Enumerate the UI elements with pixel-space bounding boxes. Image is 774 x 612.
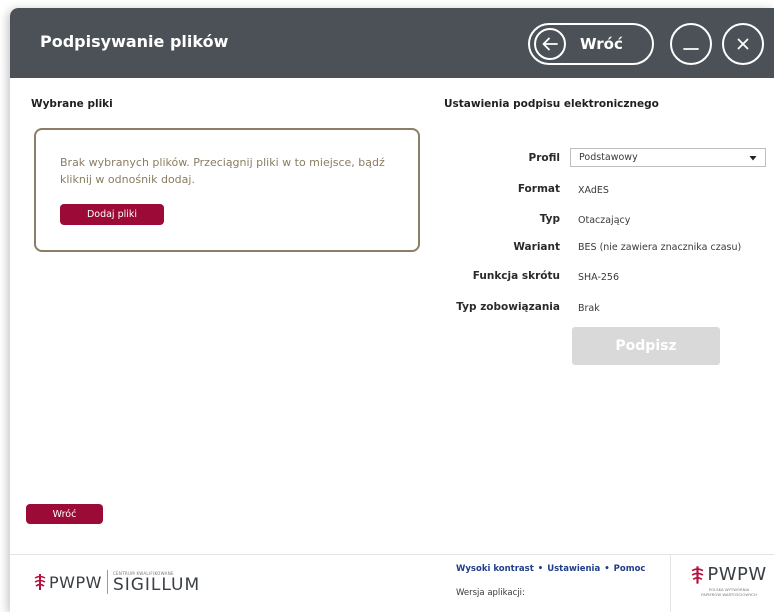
footer-links: Wysoki kontrast • Ustawienia • Pomoc <box>456 564 645 574</box>
format-label: Format <box>517 183 560 195</box>
back-button[interactable]: Wróć <box>26 504 103 524</box>
profile-label: Profil <box>528 152 560 164</box>
variant-value: BES (nie zawiera znacznika czasu) <box>578 242 742 253</box>
help-link[interactable]: Pomoc <box>614 564 646 574</box>
sigillum-text: SIGILLUM <box>112 574 201 595</box>
pwpw-emblem-icon <box>34 574 46 590</box>
profile-selected-value: Podstawowy <box>579 152 638 163</box>
close-button[interactable] <box>722 23 764 65</box>
window-title: Podpisywanie plików <box>40 32 229 51</box>
link-separator-dot: • <box>537 564 544 574</box>
arrow-left-icon <box>534 28 566 60</box>
pwpw-emblem-icon <box>691 565 704 584</box>
add-files-button[interactable]: Dodaj pliki <box>60 204 164 225</box>
pwpw-sigillum-logo: PWPW CENTRUM KWALIFIKOWANE SIGILLUM <box>34 570 200 594</box>
hash-function-value: SHA-256 <box>578 272 620 283</box>
settings-link[interactable]: Ustawienia <box>547 564 600 574</box>
close-icon <box>737 38 749 50</box>
sign-button[interactable]: Podpisz <box>572 327 720 365</box>
header-bar: Podpisywanie plików Wróć <box>10 8 774 78</box>
pwpw-caption-line-2: PAPIERÓW WARTOŚCIOWYCH <box>701 592 757 597</box>
footer-vertical-divider <box>670 555 671 612</box>
empty-files-message: Brak wybranych plików. Przeciągnij pliki… <box>60 156 385 186</box>
pwpw-brand-text: PWPW <box>49 572 102 592</box>
header-back-label: Wróć <box>580 35 623 53</box>
pwpw-brand-text-right: PWPW <box>707 564 767 585</box>
minimize-icon <box>683 48 699 50</box>
profile-select[interactable]: Podstawowy <box>570 148 766 167</box>
selected-files-title: Wybrane pliki <box>31 98 113 110</box>
header-back-button[interactable]: Wróć <box>528 23 654 65</box>
footer-divider <box>10 554 774 555</box>
high-contrast-link[interactable]: Wysoki kontrast <box>456 564 534 574</box>
link-separator-dot: • <box>604 564 610 574</box>
minimize-button[interactable] <box>670 23 712 65</box>
commitment-type-value: Brak <box>578 303 600 314</box>
hash-function-label: Funkcja skrótu <box>472 270 560 282</box>
format-value: XAdES <box>578 185 609 196</box>
type-value: Otaczający <box>578 215 631 226</box>
app-version-label: Wersja aplikacji: <box>456 588 525 598</box>
variant-label: Wariant <box>513 241 560 253</box>
dropdown-caret-icon <box>749 156 757 161</box>
type-label: Typ <box>539 213 560 225</box>
app-window: Podpisywanie plików Wróć Wybrane pliki B… <box>10 8 774 612</box>
logo-separator <box>106 570 108 594</box>
commitment-type-label: Typ zobowiązania <box>456 301 560 313</box>
signature-settings-title: Ustawienia podpisu elektronicznego <box>444 98 659 110</box>
pwpw-logo: PWPW POLSKA WYTWÓRNIA PAPIERÓW WARTOŚCIO… <box>686 564 772 597</box>
file-drop-zone[interactable]: Brak wybranych plików. Przeciągnij pliki… <box>34 128 420 252</box>
